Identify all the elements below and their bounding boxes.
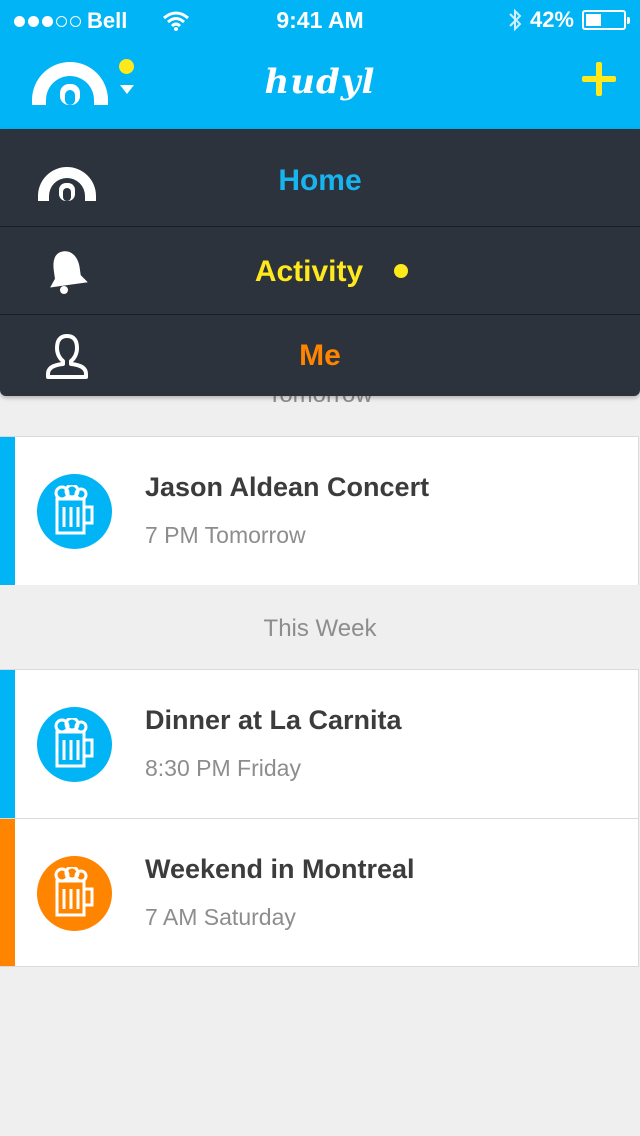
event-avatar — [37, 474, 112, 549]
beer-mug-icon — [54, 718, 94, 768]
event-avatar — [37, 856, 112, 931]
event-title: Weekend in Montreal — [145, 854, 415, 884]
menu-item-home[interactable]: Home — [0, 137, 640, 225]
nav-bar: hudyl — [0, 40, 640, 129]
beer-mug-icon — [54, 485, 94, 535]
add-button[interactable] — [582, 62, 616, 96]
event-color-stripe — [0, 819, 15, 966]
menu-item-activity[interactable]: Activity — [0, 227, 640, 315]
section-header-this-week: This Week — [263, 615, 377, 642]
event-card-montreal[interactable]: Weekend in Montreal 7 AM Saturday — [0, 818, 639, 967]
status-right: 42% — [508, 7, 630, 33]
event-card-la-carnita[interactable]: Dinner at La Carnita 8:30 PM Friday — [0, 669, 639, 818]
event-color-stripe — [0, 437, 15, 585]
battery-icon — [582, 10, 630, 30]
menu-item-label: Home — [278, 164, 362, 197]
event-title: Dinner at La Carnita — [145, 705, 402, 735]
event-time: 7 PM Tomorrow — [145, 522, 306, 548]
event-time: 7 AM Saturday — [145, 904, 296, 930]
menu-item-label: Me — [299, 339, 341, 372]
event-title: Jason Aldean Concert — [145, 472, 430, 502]
menu-item-me[interactable]: Me — [0, 315, 640, 403]
status-bar: Bell 9:41 AM 42% — [0, 0, 640, 40]
event-color-stripe — [0, 670, 15, 818]
event-avatar — [37, 707, 112, 782]
menu-item-label: Activity — [254, 255, 364, 288]
app-title: hudyl — [264, 62, 376, 102]
activity-badge-dot — [394, 264, 408, 278]
event-card-jason-aldean[interactable]: Jason Aldean Concert 7 PM Tomorrow — [0, 436, 639, 585]
battery-percent: 42% — [529, 7, 574, 32]
dropdown-menu: Home Activity Me — [0, 129, 640, 396]
bluetooth-icon — [509, 8, 522, 32]
battery-fill — [586, 14, 601, 26]
event-time: 8:30 PM Friday — [145, 755, 301, 781]
beer-mug-icon — [54, 867, 94, 917]
